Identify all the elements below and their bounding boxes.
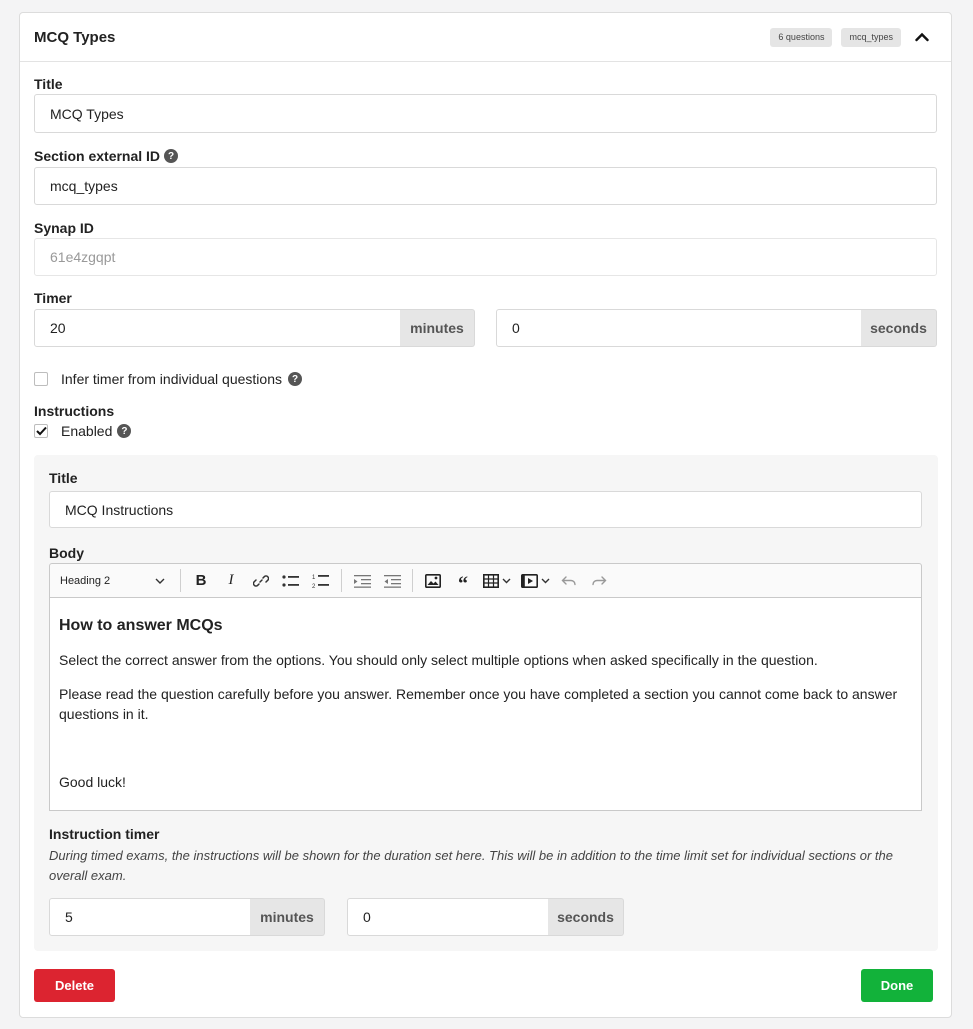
timer-seconds-input[interactable]: 0 <box>496 309 862 347</box>
media-icon <box>520 573 538 588</box>
blockquote-button[interactable]: “ <box>448 568 478 594</box>
done-button[interactable]: Done <box>861 969 933 1002</box>
heading-select-value: Heading 2 <box>60 574 111 587</box>
title-input[interactable]: MCQ Types <box>34 94 937 133</box>
instruction-timer-seconds-input[interactable]: 0 <box>347 898 549 936</box>
undo-icon <box>561 575 576 585</box>
bulleted-list-icon <box>282 574 299 587</box>
timer-seconds-addon: seconds <box>861 309 937 347</box>
editor-toolbar: Heading 2 B I 12 “ <box>49 563 922 598</box>
section-title: MCQ Types <box>34 28 116 46</box>
body-paragraph: Select the correct answer from the optio… <box>59 652 818 668</box>
italic-button[interactable]: I <box>216 568 246 594</box>
link-icon <box>253 574 269 587</box>
redo-icon <box>592 575 607 585</box>
section-card: MCQ Types 6 questions mcq_types Title MC… <box>19 12 952 1018</box>
italic-icon: I <box>228 572 234 588</box>
help-icon[interactable]: ? <box>117 424 132 438</box>
question-count-badge: 6 questions <box>770 27 833 47</box>
outdent-button[interactable] <box>377 568 407 594</box>
enabled-label: Enabled <box>61 423 113 439</box>
external-id-label-row: Section external ID ? <box>34 148 179 164</box>
body-paragraph: Good luck! <box>59 774 126 790</box>
bold-icon: B <box>195 572 207 589</box>
timer-minutes-addon: minutes <box>400 309 475 347</box>
help-icon[interactable]: ? <box>288 372 302 386</box>
bulleted-list-button[interactable] <box>276 568 306 594</box>
instructions-title-label: Title <box>49 470 78 486</box>
synap-id-label: Synap ID <box>34 220 94 236</box>
media-button[interactable] <box>516 568 554 594</box>
blockquote-icon: “ <box>458 572 468 595</box>
numbered-list-icon: 12 <box>312 574 329 589</box>
checkmark-icon <box>35 426 47 436</box>
infer-timer-checkbox[interactable] <box>34 372 48 386</box>
help-icon[interactable]: ? <box>164 149 179 163</box>
instructions-title-input[interactable]: MCQ Instructions <box>49 491 922 528</box>
outdent-icon <box>383 574 401 588</box>
link-button[interactable] <box>246 568 276 594</box>
chevron-up-icon <box>915 32 929 42</box>
section-header[interactable]: MCQ Types 6 questions mcq_types <box>20 13 951 62</box>
instruction-timer-minutes-addon: minutes <box>250 898 325 936</box>
numbered-list-button[interactable]: 12 <box>306 568 336 594</box>
instructions-panel: Title MCQ Instructions Body Heading 2 B … <box>34 455 938 951</box>
undo-button[interactable] <box>554 568 584 594</box>
chevron-down-icon <box>541 578 549 583</box>
svg-text:2: 2 <box>312 584 316 589</box>
body-paragraph: Please read the question carefully befor… <box>59 686 898 722</box>
timer-minutes-input[interactable]: 20 <box>34 309 401 347</box>
toolbar-divider <box>341 569 342 592</box>
image-button[interactable] <box>418 568 448 594</box>
body-label: Body <box>49 545 84 561</box>
instructions-label: Instructions <box>34 403 115 419</box>
collapse-button[interactable] <box>907 25 937 49</box>
table-button[interactable] <box>478 568 516 594</box>
infer-timer-row: Infer timer from individual questions ? <box>34 371 302 387</box>
body-heading: How to answer MCQs <box>59 617 223 634</box>
table-icon <box>483 573 499 588</box>
chevron-down-icon <box>155 578 165 584</box>
svg-text:1: 1 <box>312 575 316 581</box>
infer-timer-label: Infer timer from individual questions <box>61 371 282 387</box>
indent-button[interactable] <box>347 568 377 594</box>
image-icon <box>425 573 441 588</box>
redo-button[interactable] <box>584 568 614 594</box>
enabled-checkbox[interactable] <box>34 424 48 438</box>
delete-button[interactable]: Delete <box>34 969 115 1002</box>
instruction-timer-minutes-input[interactable]: 5 <box>49 898 251 936</box>
instruction-timer-seconds-addon: seconds <box>548 898 624 936</box>
external-id-input[interactable]: mcq_types <box>34 167 937 205</box>
indent-icon <box>353 574 371 588</box>
timer-label: Timer <box>34 290 72 306</box>
bold-button[interactable]: B <box>186 568 216 594</box>
enabled-row: Enabled ? <box>34 423 132 439</box>
chevron-down-icon <box>502 578 511 583</box>
heading-select[interactable]: Heading 2 <box>50 575 175 587</box>
instruction-timer-help: During timed exams, the instructions wil… <box>49 848 893 883</box>
instruction-timer-label: Instruction timer <box>49 826 160 842</box>
external-id-label: Section external ID <box>34 148 161 164</box>
synap-id-field: 61e4zgqpt <box>34 238 937 276</box>
toolbar-divider <box>412 569 413 592</box>
toolbar-divider <box>180 569 181 592</box>
body-editor[interactable]: How to answer MCQs Select the correct an… <box>49 597 922 811</box>
title-label: Title <box>34 76 63 92</box>
external-id-badge: mcq_types <box>841 27 901 47</box>
